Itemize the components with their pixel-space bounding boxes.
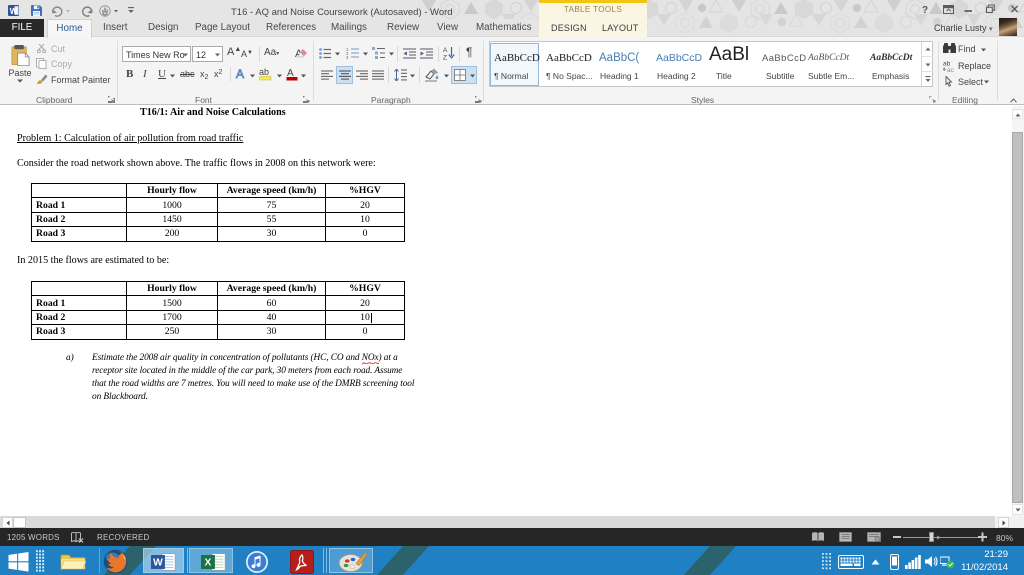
svg-text:X: X: [205, 558, 212, 569]
svg-text:A: A: [443, 47, 448, 54]
svg-text:W: W: [153, 558, 163, 569]
svg-text:3: 3: [346, 55, 349, 59]
svg-text:ac: ac: [947, 67, 955, 72]
svg-text:Z: Z: [443, 55, 447, 61]
svg-text:?: ?: [922, 5, 928, 14]
svg-text:A: A: [236, 67, 244, 80]
svg-text:ab: ab: [259, 67, 269, 77]
svg-text:W: W: [10, 6, 18, 15]
